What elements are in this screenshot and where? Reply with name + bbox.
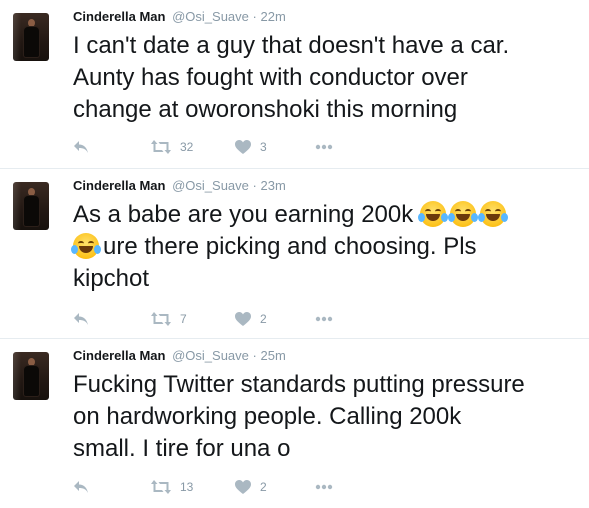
reply-icon xyxy=(74,141,88,153)
retweet-count: 7 xyxy=(180,312,187,326)
like-button[interactable]: 3 xyxy=(235,138,267,156)
like-button[interactable]: 2 xyxy=(235,478,267,496)
like-button[interactable]: 2 xyxy=(235,310,267,328)
display-name[interactable]: Cinderella Man xyxy=(73,9,165,24)
more-icon xyxy=(315,484,333,490)
tweet-text: Fucking Twitter standards putting pressu… xyxy=(73,371,525,462)
reply-button[interactable] xyxy=(73,478,89,496)
like-count: 2 xyxy=(260,312,267,326)
tweet-text: I can't date a guy that doesn't have a c… xyxy=(73,32,510,123)
tweet[interactable]: Cinderella Man @Osi_Suave · 22m I can't … xyxy=(0,0,589,169)
reply-button[interactable] xyxy=(73,310,89,328)
separator: · xyxy=(252,9,257,24)
tweet-text: As a babe are you earning 200k ure there… xyxy=(71,199,578,295)
like-count: 2 xyxy=(260,480,267,494)
heart-icon xyxy=(235,480,251,494)
separator: · xyxy=(252,348,257,363)
retweet-button[interactable]: 32 xyxy=(151,138,193,156)
tweet-text-part: As a babe are you earning 200k xyxy=(73,201,420,228)
heart-icon xyxy=(235,140,251,154)
retweet-icon xyxy=(151,480,171,494)
more-icon xyxy=(315,144,333,150)
heart-icon xyxy=(235,312,251,326)
retweet-count: 32 xyxy=(180,140,194,154)
tweet[interactable]: Cinderella Man @Osi_Suave · 25m Fucking … xyxy=(0,339,589,508)
more-icon xyxy=(315,316,333,322)
like-count: 3 xyxy=(260,140,267,154)
retweet-button[interactable]: 7 xyxy=(151,310,187,328)
timestamp[interactable]: 22m xyxy=(260,9,285,24)
tweet-feed: Cinderella Man @Osi_Suave · 22m I can't … xyxy=(0,0,589,508)
tweet-header: Cinderella Man @Osi_Suave · 25m xyxy=(73,347,286,365)
avatar[interactable] xyxy=(13,182,49,230)
retweet-icon xyxy=(151,140,171,154)
tweet[interactable]: Cinderella Man @Osi_Suave · 23m As a bab… xyxy=(0,169,589,339)
retweet-count: 13 xyxy=(180,480,194,494)
separator: · xyxy=(252,178,257,193)
retweet-button[interactable]: 13 xyxy=(151,478,193,496)
more-button[interactable] xyxy=(315,478,333,496)
tweet-text-part: ure there picking and choosing. Pls kipc… xyxy=(73,233,477,292)
avatar[interactable] xyxy=(13,13,49,61)
user-handle[interactable]: @Osi_Suave xyxy=(172,348,249,363)
avatar[interactable] xyxy=(13,352,49,400)
timestamp[interactable]: 25m xyxy=(260,348,285,363)
face-with-tears-of-joy-icon xyxy=(71,233,101,259)
display-name[interactable]: Cinderella Man xyxy=(73,348,165,363)
tweet-header: Cinderella Man @Osi_Suave · 23m xyxy=(73,177,286,195)
timestamp[interactable]: 23m xyxy=(260,178,285,193)
tweet-header: Cinderella Man @Osi_Suave · 22m xyxy=(73,8,286,26)
more-button[interactable] xyxy=(315,138,333,156)
display-name[interactable]: Cinderella Man xyxy=(73,178,165,193)
face-with-tears-of-joy-icon xyxy=(417,201,448,227)
more-button[interactable] xyxy=(315,310,333,328)
reply-button[interactable] xyxy=(73,138,89,156)
user-handle[interactable]: @Osi_Suave xyxy=(172,9,249,24)
user-handle[interactable]: @Osi_Suave xyxy=(172,178,249,193)
retweet-icon xyxy=(151,312,171,326)
reply-icon xyxy=(74,313,88,325)
face-with-tears-of-joy-icon xyxy=(447,201,478,227)
reply-icon xyxy=(74,481,88,493)
face-with-tears-of-joy-icon xyxy=(477,201,508,227)
